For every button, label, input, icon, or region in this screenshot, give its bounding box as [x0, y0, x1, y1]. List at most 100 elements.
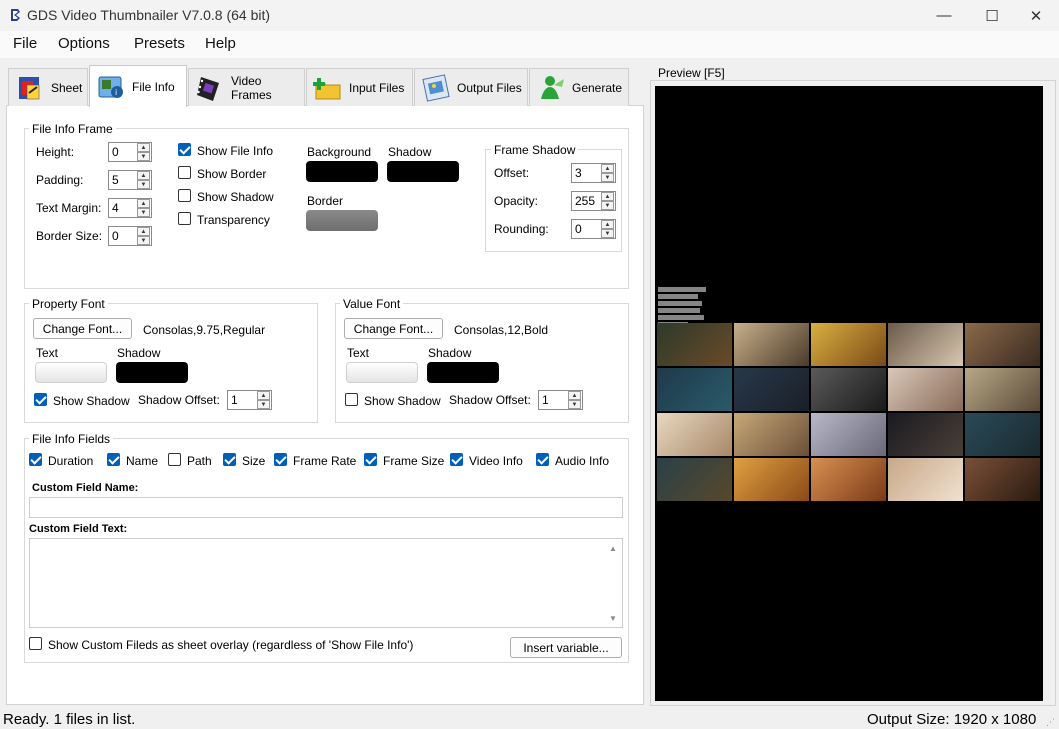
- show-border-checkbox[interactable]: [178, 166, 191, 179]
- file-info-fields-title: File Info Fields: [29, 432, 114, 446]
- size-checkbox[interactable]: [223, 453, 236, 466]
- app-logo-icon: [11, 9, 20, 21]
- shadow-color-swatch[interactable]: [387, 161, 459, 182]
- tab-input-files[interactable]: Input Files: [306, 68, 413, 106]
- height-up-arrow-icon[interactable]: ▲: [137, 143, 150, 152]
- preview-thumbnail: [888, 323, 963, 366]
- opacity-up-arrow-icon[interactable]: ▲: [601, 192, 614, 201]
- minimize-button[interactable]: —: [921, 0, 967, 31]
- value-change-font-label: Change Font...: [353, 321, 434, 336]
- rounding-up-arrow-icon[interactable]: ▲: [601, 220, 614, 229]
- opacity-label: Opacity:: [494, 194, 539, 208]
- shadow-color-label: Shadow: [388, 145, 432, 159]
- border-size-label: Border Size:: [36, 229, 103, 243]
- border-size-down-arrow-icon[interactable]: ▼: [137, 236, 150, 245]
- path-checkbox[interactable]: [168, 453, 181, 466]
- opacity-down-arrow-icon[interactable]: ▼: [601, 201, 614, 210]
- tab-generate[interactable]: Generate: [529, 68, 629, 106]
- value-text-color-swatch[interactable]: [346, 362, 418, 383]
- value-offset-up-arrow-icon[interactable]: ▲: [568, 391, 581, 400]
- resize-grip-icon[interactable]: ⋰: [1046, 717, 1055, 728]
- padding-value: 5: [112, 173, 119, 187]
- text-margin-down-arrow-icon[interactable]: ▼: [137, 208, 150, 217]
- tab-sheet[interactable]: Sheet: [8, 68, 88, 106]
- scroll-down-arrow-icon[interactable]: ▼: [609, 614, 617, 623]
- svg-text:i: i: [115, 88, 117, 97]
- minimize-icon: —: [936, 7, 952, 24]
- frame-shadow-title: Frame Shadow: [491, 143, 579, 157]
- video-info-label: Video Info: [469, 454, 523, 468]
- audio-info-checkbox[interactable]: [536, 453, 549, 466]
- custom-field-name-input[interactable]: [29, 497, 623, 518]
- preview-canvas[interactable]: [655, 86, 1043, 701]
- text-margin-up-arrow-icon[interactable]: ▲: [137, 199, 150, 208]
- menu-options[interactable]: Options: [58, 35, 110, 52]
- preview-thumbnail: [811, 323, 886, 366]
- tab-output-files[interactable]: Output Files: [414, 68, 528, 106]
- frame-size-checkbox[interactable]: [364, 453, 377, 466]
- rounding-down-arrow-icon[interactable]: ▼: [601, 229, 614, 238]
- generate-icon: [541, 75, 564, 99]
- rounding-value: 0: [575, 222, 582, 236]
- overlay-checkbox[interactable]: [29, 637, 42, 650]
- property-shadow-offset-value: 1: [231, 393, 238, 407]
- height-down-arrow-icon[interactable]: ▼: [137, 152, 150, 161]
- property-change-font-button[interactable]: Change Font...: [33, 318, 132, 339]
- custom-field-text-input[interactable]: [29, 538, 623, 628]
- name-checkbox[interactable]: [107, 453, 120, 466]
- property-text-color-swatch[interactable]: [35, 362, 107, 383]
- height-value: 0: [112, 145, 119, 159]
- show-border-label: Show Border: [197, 167, 267, 181]
- padding-up-arrow-icon[interactable]: ▲: [137, 171, 150, 180]
- value-offset-down-arrow-icon[interactable]: ▼: [568, 400, 581, 409]
- insert-variable-button[interactable]: Insert variable...: [510, 637, 622, 658]
- show-file-info-checkbox[interactable]: [178, 143, 191, 156]
- frame-rate-checkbox[interactable]: [274, 453, 287, 466]
- menu-help[interactable]: Help: [205, 35, 236, 52]
- tab-generate-label: Generate: [572, 80, 623, 95]
- border-color-swatch[interactable]: [306, 210, 378, 231]
- video-info-checkbox[interactable]: [450, 453, 463, 466]
- tab-file-info[interactable]: i File Info: [89, 65, 187, 107]
- preview-thumbnail: [811, 368, 886, 411]
- preview-thumbnail: [811, 413, 886, 456]
- duration-checkbox[interactable]: [29, 453, 42, 466]
- close-button[interactable]: ✕: [1013, 0, 1059, 31]
- custom-field-name-label: Custom Field Name:: [32, 482, 139, 494]
- background-color-swatch[interactable]: [306, 161, 378, 182]
- show-shadow-checkbox[interactable]: [178, 189, 191, 202]
- background-color-label: Background: [307, 145, 372, 159]
- menu-file[interactable]: File: [13, 35, 37, 52]
- custom-text-scrollbar[interactable]: ▲ ▼: [606, 539, 622, 627]
- frame-rate-label: Frame Rate: [293, 454, 357, 468]
- property-show-shadow-checkbox[interactable]: [34, 393, 47, 406]
- border-color-label: Border: [307, 194, 344, 208]
- property-offset-up-arrow-icon[interactable]: ▲: [257, 391, 270, 400]
- border-size-up-arrow-icon[interactable]: ▲: [137, 227, 150, 236]
- value-shadow-color-swatch[interactable]: [427, 362, 499, 383]
- padding-label: Padding:: [36, 173, 84, 187]
- property-offset-down-arrow-icon[interactable]: ▼: [257, 400, 270, 409]
- property-shadow-color-swatch[interactable]: [116, 362, 188, 383]
- preview-thumbnail: [734, 458, 809, 501]
- output-size-status: Output Size: 1920 x 1080: [867, 711, 1037, 728]
- border-size-value: 0: [112, 229, 119, 243]
- height-label: Height:: [36, 145, 75, 159]
- tab-video-frames[interactable]: Video Frames: [188, 68, 305, 106]
- preview-label: Preview [F5]: [658, 66, 725, 80]
- preview-thumbnail: [965, 458, 1040, 501]
- transparency-checkbox[interactable]: [178, 212, 191, 225]
- value-show-shadow-checkbox[interactable]: [345, 393, 358, 406]
- value-shadow-offset-value: 1: [542, 393, 549, 407]
- padding-down-arrow-icon[interactable]: ▼: [137, 180, 150, 189]
- offset-up-arrow-icon[interactable]: ▲: [601, 164, 614, 173]
- tab-sheet-label: Sheet: [51, 80, 83, 95]
- value-change-font-button[interactable]: Change Font...: [344, 318, 443, 339]
- menu-presets[interactable]: Presets: [134, 35, 185, 52]
- output-image-icon: [422, 73, 450, 102]
- preview-thumbnail: [888, 458, 963, 501]
- scroll-up-arrow-icon[interactable]: ▲: [609, 544, 617, 553]
- maximize-button[interactable]: ☐: [969, 0, 1015, 31]
- offset-down-arrow-icon[interactable]: ▼: [601, 173, 614, 182]
- value-shadow-color-label: Shadow: [428, 346, 472, 360]
